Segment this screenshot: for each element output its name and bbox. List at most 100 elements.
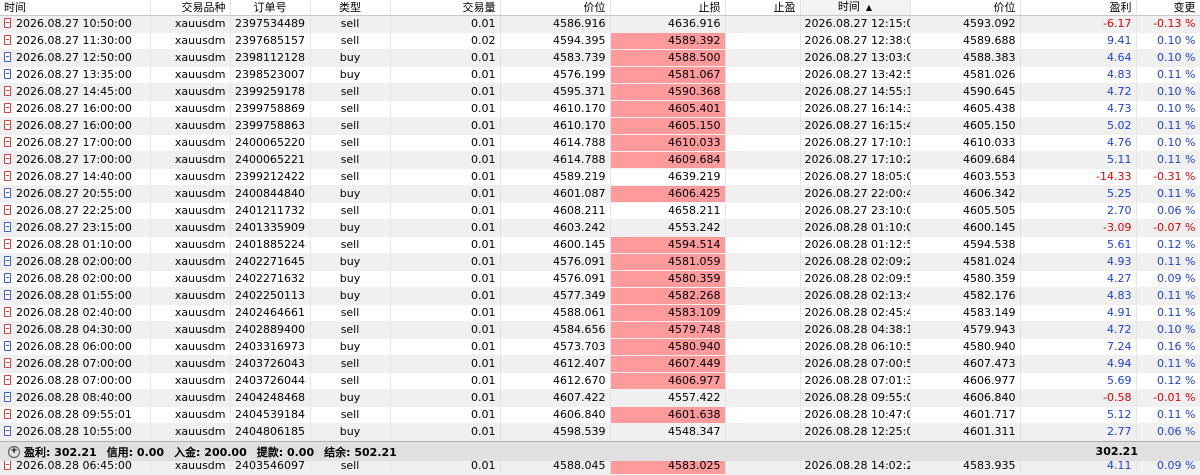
table-row[interactable]: 2026.08.28 01:10:00 xauusdm 2401885224 sell… [0, 236, 1200, 254]
cell-close-time: 2026.08.28 10:47:00 [800, 406, 911, 424]
cell-open-time: 2026.08.27 23:15:00 [0, 219, 151, 237]
sell-order-icon [4, 18, 11, 28]
cell-take-profit [725, 406, 801, 424]
cell-open-time: 2026.08.28 04:30:00 [0, 321, 151, 339]
table-row[interactable]: 2026.08.27 22:25:00 xauusdm 2401211732 sell… [0, 202, 1200, 220]
cell-volume: 0.01 [390, 321, 501, 339]
sell-order-icon [4, 154, 11, 164]
column-header-change[interactable]: 变更 [1136, 0, 1200, 16]
cell-volume: 0.01 [390, 151, 501, 169]
column-header-sl[interactable]: 止损 [610, 0, 726, 16]
summary-total-profit: 302.21 [1095, 445, 1138, 458]
table-row[interactable]: 2026.08.27 13:35:00 xauusdm 2398523007 buy 0… [0, 66, 1200, 84]
table-row[interactable]: 2026.08.28 10:55:00 xauusdm 2404806185 buy 0… [0, 423, 1200, 441]
cell-change: 0.11 % [1136, 66, 1200, 84]
cell-change: 0.10 % [1136, 134, 1200, 152]
column-header-volume[interactable]: 交易量 [390, 0, 501, 16]
column-header-type[interactable]: 类型 [310, 0, 391, 16]
cell-type: buy [310, 338, 391, 356]
cell-volume: 0.01 [390, 100, 501, 118]
cell-open-price: 4586.916 [500, 15, 611, 33]
cell-take-profit [725, 202, 801, 220]
cell-symbol: xauusdm [150, 321, 231, 339]
expand-plus-icon[interactable]: + [8, 445, 20, 458]
cell-take-profit [725, 287, 801, 305]
table-row[interactable]: 2026.08.28 02:40:00 xauusdm 2402464661 sell… [0, 304, 1200, 322]
table-row[interactable]: 2026.08.27 17:00:00 xauusdm 2400065220 sell… [0, 134, 1200, 152]
column-header-ticket[interactable]: 订单号 [230, 0, 311, 16]
cell-symbol: xauusdm [150, 389, 231, 407]
table-row[interactable]: 2026.08.27 11:30:00 xauusdm 2397685157 sell… [0, 32, 1200, 50]
table-row[interactable]: 2026.08.28 08:40:00 xauusdm 2404248468 buy 0… [0, 389, 1200, 407]
cell-text: 2026.08.28 07:00:00 [16, 357, 132, 370]
table-row[interactable]: 2026.08.28 06:00:00 xauusdm 2403316973 buy 0… [0, 338, 1200, 356]
cell-type: sell [310, 32, 391, 50]
cell-open-price: 4576.091 [500, 270, 611, 288]
cell-open-time: 2026.08.28 01:10:00 [0, 236, 151, 254]
cell-symbol: xauusdm [150, 406, 231, 424]
cell-profit: 5.02 [1020, 117, 1137, 135]
cell-ticket: 2399212422 [230, 168, 311, 186]
cell-close-time: 2026.08.28 01:12:57 [800, 236, 911, 254]
column-header-label: 止损 [698, 0, 721, 14]
sell-order-icon [4, 239, 11, 249]
cell-volume: 0.01 [390, 49, 501, 67]
cell-open-time: 2026.08.27 12:50:00 [0, 49, 151, 67]
column-header-close-price[interactable]: 价位 [910, 0, 1021, 16]
cell-change: 0.16 % [1136, 338, 1200, 356]
cell-open-price: 4612.670 [500, 372, 611, 390]
cell-profit: 5.12 [1020, 406, 1137, 424]
cell-ticket: 2402271645 [230, 253, 311, 271]
table-row[interactable]: 2026.08.27 14:45:00 xauusdm 2399259178 sell… [0, 83, 1200, 101]
cell-profit: 2.77 [1020, 423, 1137, 441]
buy-order-icon [4, 69, 11, 79]
column-header-symbol[interactable]: 交易品种 [150, 0, 231, 16]
cell-close-time: 2026.08.28 06:10:55 [800, 338, 911, 356]
table-row[interactable]: 2026.08.27 16:00:00 xauusdm 2399758869 sell… [0, 100, 1200, 118]
table-row[interactable]: 2026.08.28 09:55:01 xauusdm 2404539184 sell… [0, 406, 1200, 424]
cell-open-price: 4576.091 [500, 253, 611, 271]
column-header-close-time[interactable]: 时间 ▲ [800, 0, 911, 16]
cell-open-time: 2026.08.27 16:00:00 [0, 117, 151, 135]
cell-profit: -6.17 [1020, 15, 1137, 33]
cell-ticket: 2400065221 [230, 151, 311, 169]
column-header-tp[interactable]: 止盈 [725, 0, 801, 16]
cell-profit: 7.24 [1020, 338, 1137, 356]
table-row[interactable]: 2026.08.27 23:15:00 xauusdm 2401335909 buy 0… [0, 219, 1200, 237]
cell-close-time: 2026.08.27 18:05:00 [800, 168, 911, 186]
table-row[interactable]: 2026.08.27 10:50:00 xauusdm 2397534489 sell… [0, 15, 1200, 33]
cell-type: sell [310, 168, 391, 186]
account-summary-bar: + 盈利: 302.21 信用: 0.00 入金: 200.00 提款: 0.0… [0, 441, 1200, 461]
table-row[interactable]: 2026.08.27 16:00:00 xauusdm 2399758863 sell… [0, 117, 1200, 135]
cell-stop-loss: 4583.109 [610, 304, 726, 322]
cell-symbol: xauusdm [150, 134, 231, 152]
cell-ticket: 2398112128 [230, 49, 311, 67]
table-row[interactable]: 2026.08.27 14:40:00 xauusdm 2399212422 sell… [0, 168, 1200, 186]
table-row[interactable]: 2026.08.28 01:55:00 xauusdm 2402250113 buy 0… [0, 287, 1200, 305]
table-row[interactable]: 2026.08.28 02:00:00 xauusdm 2402271645 buy 0… [0, 253, 1200, 271]
cell-open-price: 4614.788 [500, 134, 611, 152]
cell-change: 0.11 % [1136, 355, 1200, 373]
cell-open-price: 4607.422 [500, 389, 611, 407]
cell-symbol: xauusdm [150, 168, 231, 186]
cell-text: 2026.08.27 16:00:00 [16, 102, 132, 115]
table-row[interactable]: 2026.08.28 02:00:00 xauusdm 2402271632 buy 0… [0, 270, 1200, 288]
cell-symbol: xauusdm [150, 83, 231, 101]
cell-ticket: 2400844840 [230, 185, 311, 203]
table-row[interactable]: 2026.08.28 04:30:00 xauusdm 2402889400 sell… [0, 321, 1200, 339]
cell-ticket: 2400065220 [230, 134, 311, 152]
column-header-profit[interactable]: 盈利 [1020, 0, 1137, 16]
column-header-open-time[interactable]: 时间 [0, 0, 151, 16]
cell-ticket: 2403726044 [230, 372, 311, 390]
cell-change: 0.09 % [1136, 270, 1200, 288]
column-header-label: 盈利 [1109, 0, 1132, 14]
table-row[interactable]: 2026.08.27 12:50:00 xauusdm 2398112128 buy 0… [0, 49, 1200, 67]
cell-profit: 4.91 [1020, 304, 1137, 322]
column-header-open-price[interactable]: 价位 [500, 0, 611, 16]
table-row[interactable]: 2026.08.28 07:00:00 xauusdm 2403726044 sell… [0, 372, 1200, 390]
table-row[interactable]: 2026.08.27 20:55:00 xauusdm 2400844840 buy 0… [0, 185, 1200, 203]
table-row[interactable]: 2026.08.27 17:00:00 xauusdm 2400065221 sell… [0, 151, 1200, 169]
cell-change: 0.11 % [1136, 185, 1200, 203]
cell-profit: 4.64 [1020, 49, 1137, 67]
table-row[interactable]: 2026.08.28 07:00:00 xauusdm 2403726043 sell… [0, 355, 1200, 373]
